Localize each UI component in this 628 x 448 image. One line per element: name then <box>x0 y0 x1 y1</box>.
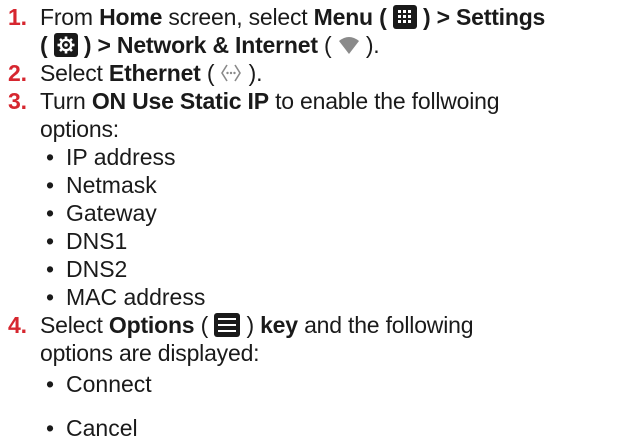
step-text: From Home screen, select Menu ( ) > Sett… <box>40 3 545 31</box>
bullet: • <box>46 228 55 254</box>
bullet: • <box>46 144 55 170</box>
bold-run: key <box>260 312 298 338</box>
bold-run: Ethernet <box>108 60 201 86</box>
step-text: ( ) > Network & Internet ( ). <box>40 31 380 59</box>
text-run: From <box>40 4 100 30</box>
step-number: 2. <box>8 60 27 86</box>
step-text: Select Options ( ) key and the following <box>40 311 473 339</box>
list-item-text: Connect <box>66 371 152 397</box>
list-item-text: Cancel <box>66 415 138 441</box>
bold-run: ( <box>40 32 54 58</box>
menu-grid-icon <box>392 5 417 29</box>
bullet: • <box>46 415 55 441</box>
text-run: Turn <box>40 88 92 114</box>
list-item-text: DNS1 <box>66 228 128 254</box>
bold-run: Home <box>99 4 163 30</box>
text-run: and the following <box>297 312 474 338</box>
list-item-text: MAC address <box>66 284 206 310</box>
step-number: 4. <box>8 312 27 338</box>
bullet: • <box>46 371 55 397</box>
text-run: to enable the follwoing <box>268 88 500 114</box>
bold-run: ON Use Static IP <box>91 88 269 114</box>
bullet: • <box>46 284 55 310</box>
text-run: ). <box>359 32 380 58</box>
options-list-icon <box>214 313 241 337</box>
wifi-icon <box>338 34 360 56</box>
list-item-text: Gateway <box>66 200 157 226</box>
text-run: ( <box>194 312 215 338</box>
bold-run: Menu ( <box>313 4 393 30</box>
text-run: Select <box>40 312 109 338</box>
text-run: screen, select <box>162 4 314 30</box>
bold-run: ) > Network & Internet <box>77 32 318 58</box>
step-text: Turn ON Use Static IP to enable the foll… <box>40 87 500 115</box>
text-run: ( <box>317 32 338 58</box>
text-run: ). <box>242 60 263 86</box>
step-text: options are displayed: <box>40 340 260 366</box>
text-run: Select <box>40 60 109 86</box>
gear-icon <box>53 33 78 57</box>
instruction-document: 1. From Home screen, select Menu ( ) > S… <box>0 0 628 448</box>
step-text: Select Ethernet ( ). <box>40 59 263 87</box>
step-text: options: <box>40 116 119 142</box>
list-item-text: Netmask <box>66 172 157 198</box>
text-run: ) <box>240 312 261 338</box>
bullet: • <box>46 172 55 198</box>
bullet: • <box>46 200 55 226</box>
bold-run: ) > Settings <box>416 4 546 30</box>
ethernet-icon <box>220 62 242 84</box>
text-run: ( <box>200 60 221 86</box>
bold-run: Options <box>108 312 195 338</box>
bullet: • <box>46 256 55 282</box>
step-number: 1. <box>8 4 27 30</box>
list-item-text: DNS2 <box>66 256 128 282</box>
step-number: 3. <box>8 88 27 114</box>
list-item-text: IP address <box>66 144 176 170</box>
